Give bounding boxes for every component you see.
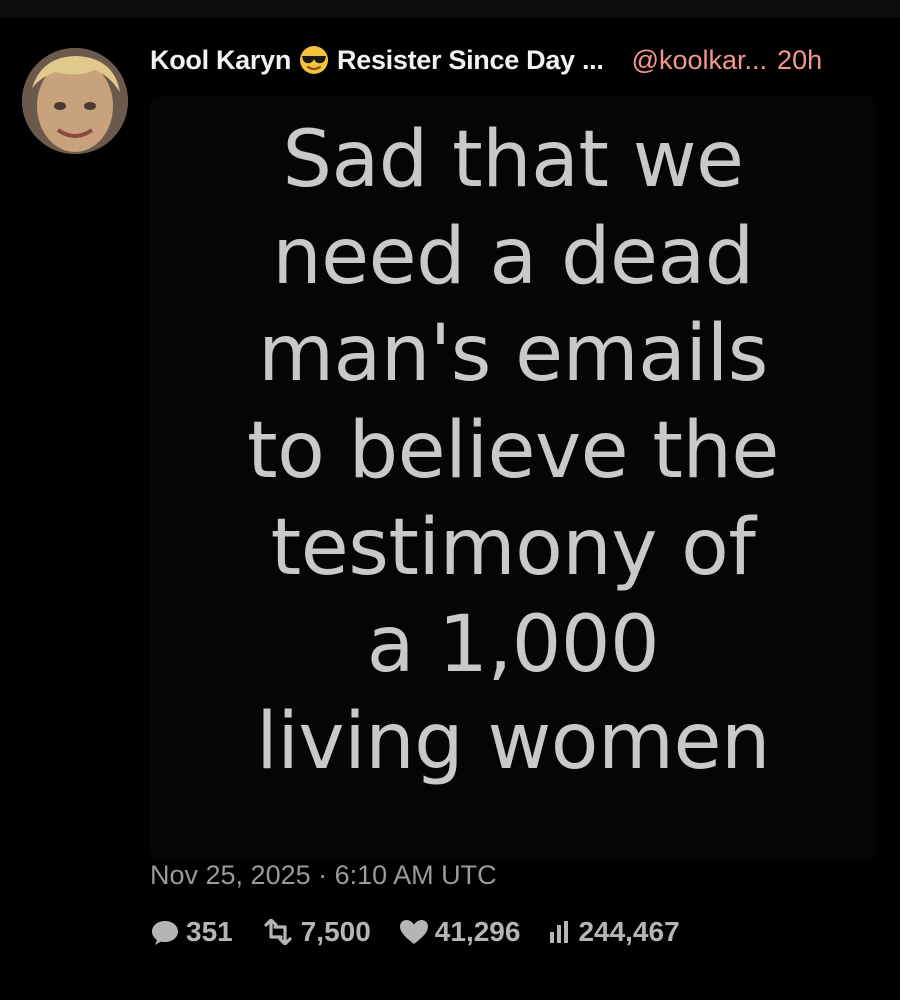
media-text-line: testimony of (270, 503, 756, 593)
media-text-line: need a dead (272, 212, 754, 302)
tweet-stats: 351 7,500 41,296 244,467 (150, 912, 708, 952)
bar-chart-icon (548, 920, 572, 944)
tweet-media-image[interactable]: Sad that we need a dead man's emails to … (150, 96, 876, 860)
reply-count: 351 (186, 916, 233, 947)
display-name[interactable]: Kool Karyn (150, 45, 291, 76)
retweet-icon (261, 919, 295, 945)
media-text-line: to believe the (247, 406, 779, 496)
media-text-line: man's emails (258, 309, 768, 399)
tweet-header: Kool Karyn Resister Since Day ... @koolk… (150, 40, 880, 80)
heart-icon (399, 919, 429, 945)
retweet-count: 7,500 (300, 916, 371, 947)
top-strip (0, 0, 900, 18)
display-name-suffix[interactable]: Resister Since Day ... (337, 45, 604, 76)
media-text-line: living women (256, 697, 770, 787)
reply-button[interactable]: 351 (150, 916, 233, 948)
media-text-line: a 1,000 (366, 600, 660, 690)
reply-icon (150, 918, 180, 946)
like-count: 41,296 (434, 916, 521, 947)
tweet-timestamp[interactable]: Nov 25, 2025 · 6:10 AM UTC (150, 860, 497, 891)
time-ago[interactable]: 20h (777, 45, 822, 76)
views-count: 244,467 (578, 916, 680, 947)
author-handle[interactable]: @koolkar... (632, 45, 767, 76)
like-button[interactable]: 41,296 (399, 916, 521, 948)
media-text: Sad that we need a dead man's emails to … (150, 112, 876, 791)
avatar[interactable] (22, 48, 128, 154)
tweet[interactable]: Kool Karyn Resister Since Day ... @koolk… (0, 18, 900, 1000)
retweet-button[interactable]: 7,500 (261, 916, 371, 948)
views-button[interactable]: 244,467 (548, 916, 680, 948)
smiling-face-with-sunglasses-icon (299, 45, 329, 75)
media-text-line: Sad that we (282, 115, 744, 205)
